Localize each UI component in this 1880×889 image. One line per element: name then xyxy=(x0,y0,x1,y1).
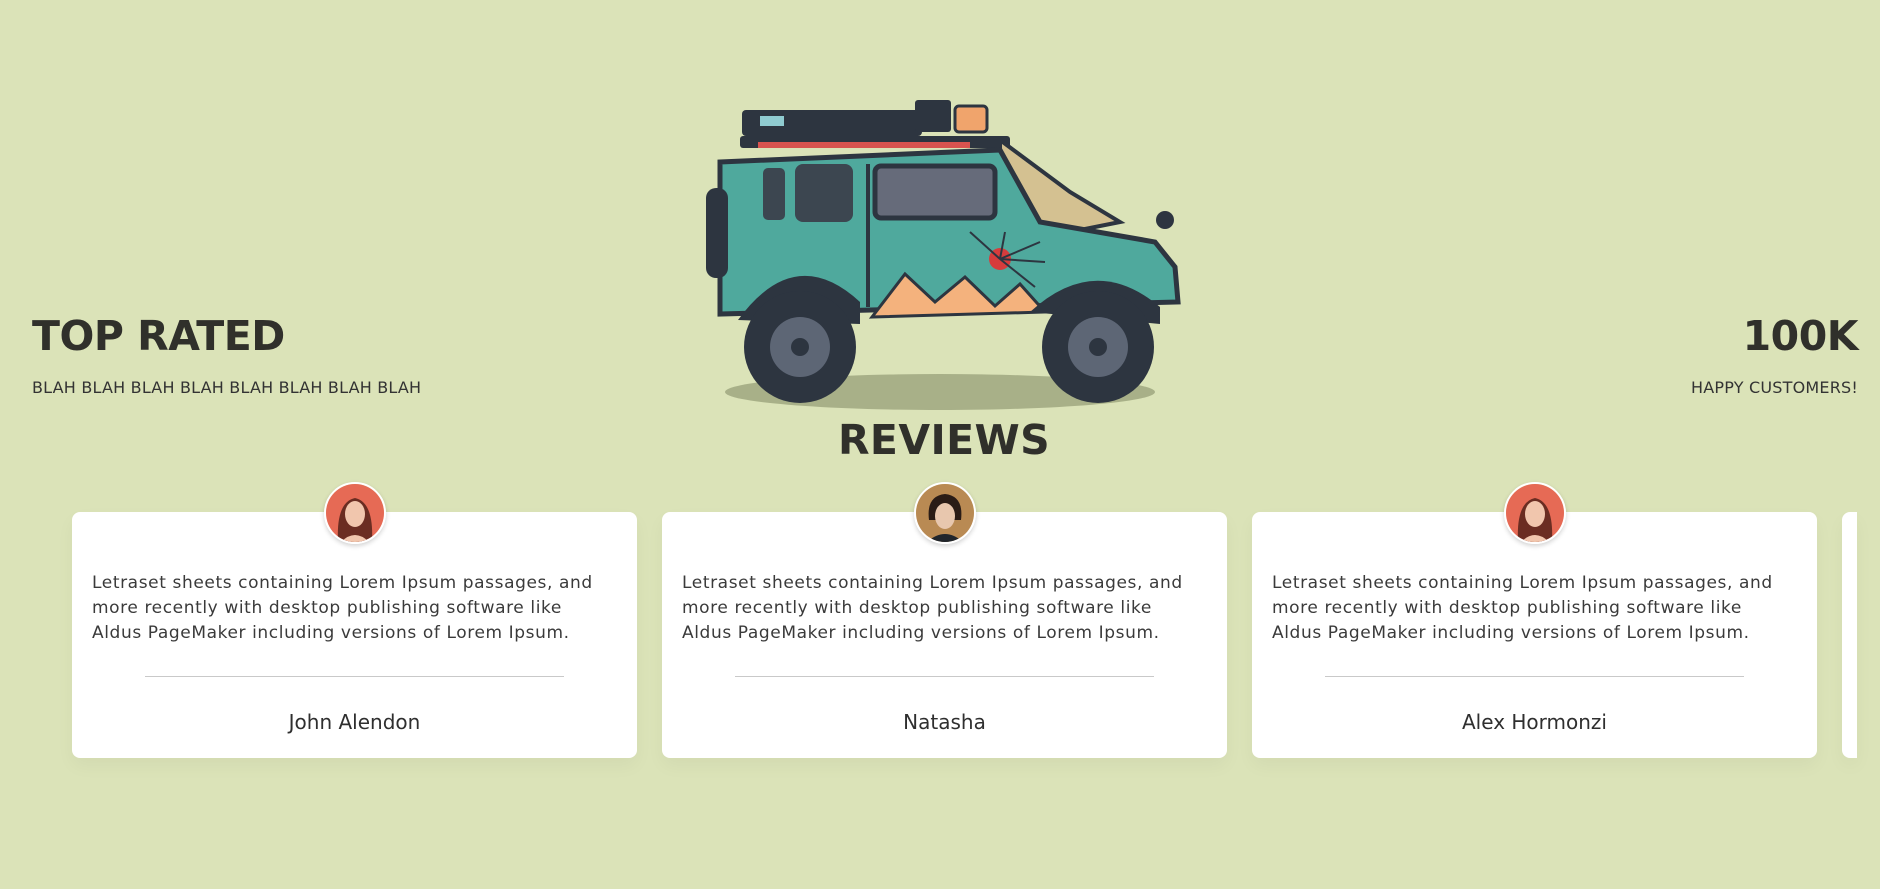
divider xyxy=(1325,676,1744,677)
customers-subtitle: HAPPY CUSTOMERS! xyxy=(1691,378,1858,397)
reviewer-name: John Alendon xyxy=(288,710,421,734)
review-text: Letraset sheets containing Lorem Ipsum p… xyxy=(1272,573,1773,643)
review-card: Letraset sheets containing Lorem Ipsum p… xyxy=(72,482,637,758)
review-card: Letraset sheets containing Lorem Ipsum p… xyxy=(662,482,1227,758)
review-card-peek[interactable] xyxy=(1842,512,1857,758)
young-man-dark-hair-avatar xyxy=(913,482,976,544)
review-text: Letraset sheets containing Lorem Ipsum p… xyxy=(682,573,1183,643)
customers-stat: 100K HAPPY CUSTOMERS! xyxy=(1691,312,1859,397)
reviews-heading: REVIEWS xyxy=(837,416,1051,464)
top-rated-title: TOP RATED xyxy=(32,312,285,360)
top-rated-stat: TOP RATED BLAH BLAH BLAH BLAH BLAH BLAH … xyxy=(32,312,421,397)
customers-count: 100K xyxy=(1742,312,1859,360)
divider xyxy=(735,676,1154,677)
reviewer-name: Alex Hormonzi xyxy=(1462,710,1607,734)
top-rated-subtitle: BLAH BLAH BLAH BLAH BLAH BLAH BLAH BLAH xyxy=(32,378,422,397)
woman-red-hair-avatar xyxy=(1503,482,1566,544)
reviewer-name: Natasha xyxy=(903,710,986,734)
review-card: Letraset sheets containing Lorem Ipsum p… xyxy=(1252,482,1817,758)
divider xyxy=(145,676,564,677)
woman-red-hair-avatar xyxy=(323,482,386,544)
offroad-jeep-illustration xyxy=(706,100,1181,410)
review-text: Letraset sheets containing Lorem Ipsum p… xyxy=(92,573,593,643)
